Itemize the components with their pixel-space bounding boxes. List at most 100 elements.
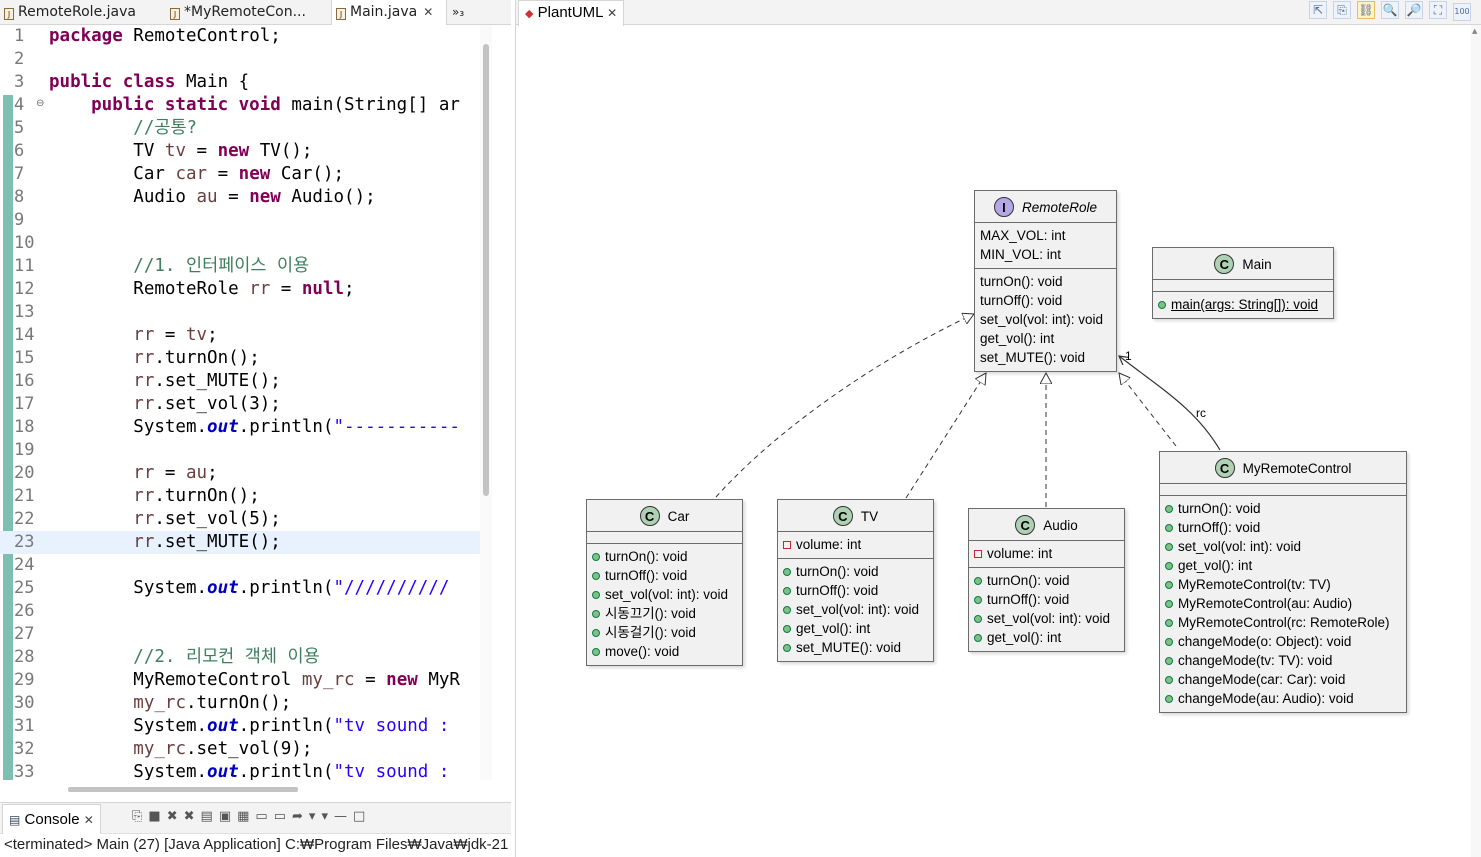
code-token: Main { xyxy=(185,72,250,92)
public-icon xyxy=(592,553,600,561)
code-line[interactable]: 2 xyxy=(0,48,480,71)
display-console-icon[interactable]: ▾ xyxy=(309,809,322,824)
code-line[interactable]: 15 rr.turnOn(); xyxy=(0,347,480,370)
class-name: Audio xyxy=(1043,517,1078,533)
tab-overflow-button[interactable]: »₃ xyxy=(448,0,482,24)
code-editor[interactable]: 1 package RemoteControl; 2 3 public class Ma… xyxy=(0,25,480,780)
public-icon xyxy=(592,648,600,656)
code-token: Car xyxy=(49,164,176,184)
public-icon xyxy=(974,634,982,642)
uml-class-myremotecontrol[interactable]: C MyRemoteControl turnOn(): void turnOff(… xyxy=(1159,451,1407,713)
show-stdout-icon[interactable]: ▭ xyxy=(255,809,273,824)
method: get_vol(): int xyxy=(783,619,928,638)
code-text: System.out.println("////////// xyxy=(49,577,449,600)
code-line[interactable]: 13 xyxy=(0,301,480,324)
code-text: //2. 리모컨 객체 이용 xyxy=(49,646,319,669)
word-wrap-icon[interactable]: ▦ xyxy=(237,809,255,824)
code-token: RemoteControl; xyxy=(133,26,281,46)
close-icon[interactable]: ✕ xyxy=(423,5,433,19)
uml-class-tv[interactable]: C TV volume: int turnOn(): void turnOff()… xyxy=(777,499,934,662)
code-line[interactable]: 31 System.out.println("tv sound : xyxy=(0,715,480,738)
line-number: 24 xyxy=(14,555,35,575)
code-line[interactable]: 11 //1. 인터페이스 이용 xyxy=(0,255,480,278)
line-number: 33 xyxy=(14,762,35,780)
uml-interface-remoterole[interactable]: I RemoteRole MAX_VOL: int MIN_VOL: int tu… xyxy=(974,190,1117,372)
code-line[interactable]: 32 my_rc.set_vol(9); xyxy=(0,738,480,761)
public-icon xyxy=(1165,505,1173,513)
tab-myremotecontrol[interactable]: J *MyRemoteCon... xyxy=(166,0,332,24)
code-token: public static void xyxy=(49,95,292,115)
code-line[interactable]: 17 rr.set_vol(3); xyxy=(0,393,480,416)
code-line[interactable]: 20 rr = au; xyxy=(0,462,480,485)
code-line[interactable]: 4 ⊖ public static void main(String[] ar xyxy=(0,94,480,117)
code-token: Audio(); xyxy=(291,187,376,207)
code-token: .set_vol(3); xyxy=(154,394,281,414)
editor-horizontal-scroll-thumb[interactable] xyxy=(68,787,298,792)
code-line[interactable]: 6 TV tv = new TV(); xyxy=(0,140,480,163)
code-line[interactable]: 1 package RemoteControl; xyxy=(0,25,480,48)
code-line[interactable]: 24 xyxy=(0,554,480,577)
code-line[interactable]: 7 Car car = new Car(); xyxy=(0,163,480,186)
line-number: 27 xyxy=(14,624,35,644)
new-console-icon[interactable]: ▾ xyxy=(321,809,334,824)
pin-icon[interactable]: ⎘ xyxy=(132,809,148,824)
remove-launch-icon[interactable]: ✖ xyxy=(167,809,184,824)
code-line[interactable]: 14 rr = tv; xyxy=(0,324,480,347)
public-icon xyxy=(974,615,982,623)
code-text: rr.turnOn(); xyxy=(49,485,259,508)
tab-main[interactable]: J Main.java ✕ xyxy=(331,0,447,25)
code-line[interactable]: 10 xyxy=(0,232,480,255)
interface-badge-icon: I xyxy=(993,197,1014,218)
tab-console[interactable]: ▤ Console ✕ xyxy=(2,804,101,834)
code-token: null xyxy=(301,279,345,299)
fold-toggle-icon[interactable]: ⊖ xyxy=(36,92,44,115)
stop-icon[interactable]: ■ xyxy=(148,809,166,824)
code-line[interactable]: 19 xyxy=(0,439,480,462)
uml-class-main[interactable]: C Main main(args: String[]): void xyxy=(1152,247,1334,319)
code-line[interactable]: 25 System.out.println("////////// xyxy=(0,577,480,600)
maximize-icon[interactable]: □ xyxy=(353,809,371,824)
minimize-icon[interactable]: — xyxy=(334,809,353,824)
code-line[interactable]: 29 MyRemoteControl my_rc = new MyR xyxy=(0,669,480,692)
code-line[interactable]: 18 System.out.println("----------- xyxy=(0,416,480,439)
code-token: rr xyxy=(133,486,155,506)
class-badge-icon: C xyxy=(639,506,660,527)
code-line[interactable]: 22 rr.set_vol(5); xyxy=(0,508,480,531)
code-line[interactable]: 8 Audio au = new Audio(); xyxy=(0,186,480,209)
pin-console-icon[interactable]: ➦ xyxy=(292,809,309,824)
editor-pane: J RemoteRole.java J *MyRemoteCon... J Main.… xyxy=(0,0,511,800)
code-line[interactable]: 30 my_rc.turnOn(); xyxy=(0,692,480,715)
code-token: tv xyxy=(164,141,186,161)
code-line[interactable]: 21 rr.turnOn(); xyxy=(0,485,480,508)
uml-class-audio[interactable]: C Audio volume: int turnOn(): void turnOf… xyxy=(968,508,1125,652)
code-line[interactable]: 5 //공통? xyxy=(0,117,480,140)
code-line[interactable]: 12 RemoteRole rr = null; xyxy=(0,278,480,301)
editor-scroll-thumb[interactable] xyxy=(483,44,489,496)
method: set_MUTE(): void xyxy=(783,638,928,657)
clear-console-icon[interactable]: ▤ xyxy=(201,809,219,824)
class-name: TV xyxy=(860,508,879,524)
code-line[interactable]: 3 public class Main { xyxy=(0,71,480,94)
code-line[interactable]: 33 System.out.println("tv sound : xyxy=(0,761,480,780)
method: turnOn(): void xyxy=(783,562,928,581)
code-token: TV(); xyxy=(259,141,313,161)
code-text: my_rc.turnOn(); xyxy=(49,692,291,715)
myremotecontrol-realizes-remoterole xyxy=(1119,373,1177,447)
code-line[interactable]: 16 rr.set_MUTE(); xyxy=(0,370,480,393)
line-number: 11 xyxy=(14,256,35,276)
uml-class-car[interactable]: C Car turnOn(): void turnOff(): void set_… xyxy=(586,499,743,666)
code-line[interactable]: 28 //2. 리모컨 객체 이용 xyxy=(0,646,480,669)
scroll-lock-icon[interactable]: ▣ xyxy=(219,809,237,824)
close-icon[interactable]: ✕ xyxy=(84,813,94,827)
code-line-current[interactable]: 23 rr.set_MUTE(); xyxy=(0,531,480,554)
tab-remoterole[interactable]: J RemoteRole.java xyxy=(0,0,162,24)
remove-all-icon[interactable]: ✖ xyxy=(184,809,201,824)
code-line[interactable]: 26 xyxy=(0,600,480,623)
show-stderr-icon[interactable]: ▭ xyxy=(274,809,292,824)
public-icon xyxy=(1158,301,1166,309)
code-line[interactable]: 9 xyxy=(0,209,480,232)
public-icon xyxy=(1165,695,1173,703)
code-line[interactable]: 27 xyxy=(0,623,480,646)
